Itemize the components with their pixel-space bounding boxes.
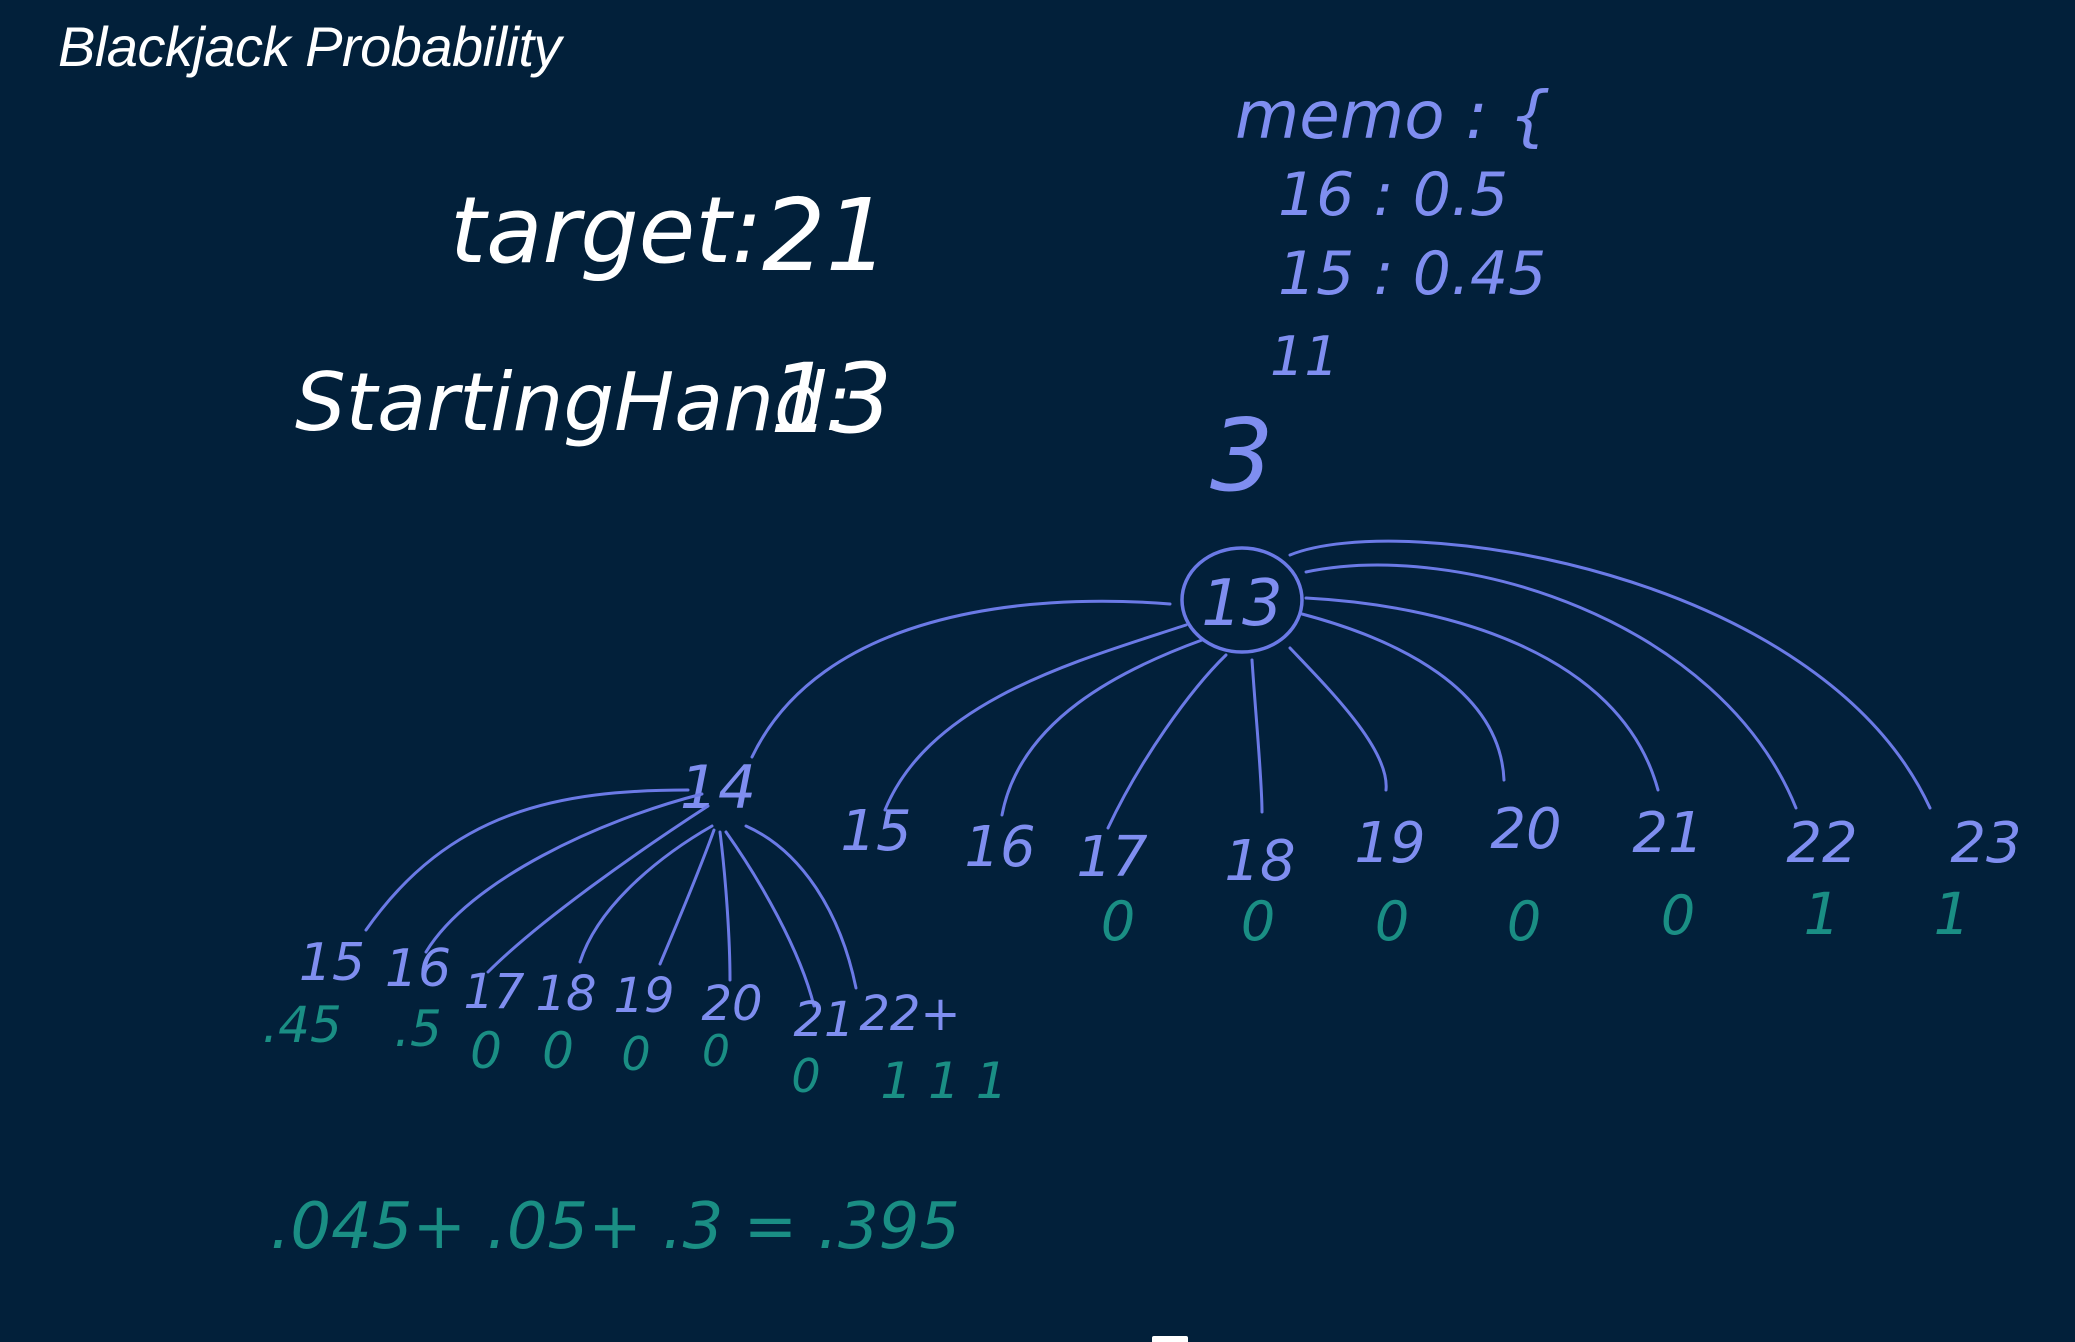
sub-child-value: 0 xyxy=(542,1022,574,1080)
child-value: 0 xyxy=(1241,890,1275,953)
edge-14-19 xyxy=(658,828,716,966)
child-value: 0 xyxy=(1101,890,1135,953)
starting-hand-label: StartingHand: xyxy=(295,356,852,449)
edge-14-15 xyxy=(364,788,690,932)
edge-14-17 xyxy=(486,804,710,974)
child-value: 0 xyxy=(1661,884,1695,947)
root-node: 13 xyxy=(1180,546,1304,654)
starting-hand-annotation: StartingHand: 13 xyxy=(295,343,892,455)
sub-child-value: .45 xyxy=(262,996,342,1054)
edge-root-18 xyxy=(1250,658,1264,814)
child-label: 21 xyxy=(1632,801,1703,866)
edge-root-21 xyxy=(1304,596,1660,792)
sum-equation: .045+ .05+ .3 = .395 xyxy=(270,1190,960,1264)
sub-child-label: 22+ xyxy=(859,986,960,1042)
sub-child-label: 17 xyxy=(463,964,525,1020)
edge-root-14 xyxy=(750,599,1172,759)
child-label: 19 xyxy=(1354,811,1425,876)
child-label: 20 xyxy=(1490,797,1561,862)
child-node-14: 14 xyxy=(680,753,756,823)
edge-root-17 xyxy=(1106,653,1228,830)
sub-child-value: 0 xyxy=(702,1026,730,1077)
sub-child-value: 0 xyxy=(621,1027,650,1081)
child-node-17: 17 0 xyxy=(1076,825,1148,953)
sub-child-label: 16 xyxy=(385,939,451,999)
child-value: 1 xyxy=(1934,880,1971,948)
child-value: 0 xyxy=(1507,890,1541,953)
child-label: 15 xyxy=(840,799,911,864)
sub-child-22-plus: 22+ 1 1 1 xyxy=(859,986,1007,1110)
memo-header: memo : { xyxy=(1235,77,1551,154)
edge-root-19 xyxy=(1288,646,1388,792)
target-label: target: xyxy=(450,177,762,284)
child-label: 18 xyxy=(1224,829,1295,894)
starting-hand-value: 13 xyxy=(770,343,892,455)
sub-child-15: 15 .45 xyxy=(262,933,365,1054)
child-label: 23 xyxy=(1950,811,2021,876)
sub-child-18: 18 0 xyxy=(535,966,596,1080)
memo-entry: 16 : 0.5 xyxy=(1278,160,1508,230)
child-label: 22 xyxy=(1786,811,1857,876)
memo-closing-brace: 3 xyxy=(1210,397,1274,514)
sub-children: 15 .45 16 .5 17 0 18 0 19 0 20 0 21 0 22… xyxy=(262,933,1007,1110)
sub-child-20: 20 0 xyxy=(701,976,762,1077)
edge-root-16 xyxy=(1000,638,1204,817)
target-value: 21 xyxy=(762,177,889,294)
edge-root-23 xyxy=(1288,539,1932,810)
child-value: 1 xyxy=(1804,880,1841,948)
child-label: 16 xyxy=(964,815,1035,880)
root-node-label: 13 xyxy=(1201,567,1282,641)
sub-child-label: 20 xyxy=(701,976,762,1032)
child-value: 0 xyxy=(1375,890,1409,953)
child-label: 17 xyxy=(1076,825,1148,890)
edge-14-16 xyxy=(424,792,704,954)
sub-child-label: 21 xyxy=(793,992,854,1048)
memo-block: memo : { 16 : 0.5 15 : 0.45 11 3 xyxy=(1210,77,1551,514)
child-node-23: 23 1 xyxy=(1934,811,2022,948)
child-node-21: 21 0 xyxy=(1632,801,1703,947)
root-children: 14 15 16 17 0 18 0 19 0 20 0 21 0 22 1 2… xyxy=(680,753,2022,953)
sub-child-21: 21 0 xyxy=(791,992,854,1103)
edge-root-20 xyxy=(1300,612,1506,782)
memo-entry: 15 : 0.45 xyxy=(1278,239,1546,309)
edge-root-22 xyxy=(1304,563,1798,810)
sub-child-label: 15 xyxy=(299,933,365,993)
sub-child-value: .5 xyxy=(394,1000,442,1058)
whiteboard-canvas: target: 21 StartingHand: 13 memo : { 16 … xyxy=(262,77,2022,1264)
sub-child-label: 19 xyxy=(613,968,674,1024)
sub-child-value: 0 xyxy=(470,1022,502,1080)
sub-child-label: 18 xyxy=(535,966,596,1022)
sub-child-17: 17 0 xyxy=(463,964,525,1080)
child-node-22: 22 1 xyxy=(1786,811,1857,948)
sub-child-value: 0 xyxy=(791,1049,820,1103)
child-label: 14 xyxy=(680,753,756,823)
edge-root-15 xyxy=(883,623,1188,812)
memo-ditto: 11 xyxy=(1270,325,1339,388)
sub-child-value: 1 1 1 xyxy=(880,1052,1007,1110)
target-annotation: target: 21 xyxy=(450,177,889,294)
child-node-16: 16 xyxy=(964,815,1035,880)
sub-child-16: 16 .5 xyxy=(385,939,451,1058)
child-node-20: 20 0 xyxy=(1490,797,1561,953)
child-node-15: 15 xyxy=(840,799,911,864)
sub-child-19: 19 0 xyxy=(613,968,674,1081)
child-node-19: 19 0 xyxy=(1354,811,1425,953)
edge-14-20 xyxy=(718,830,732,982)
cursor-marker xyxy=(1152,1336,1188,1342)
child-node-18: 18 0 xyxy=(1224,829,1295,953)
root-edges xyxy=(750,539,1932,830)
